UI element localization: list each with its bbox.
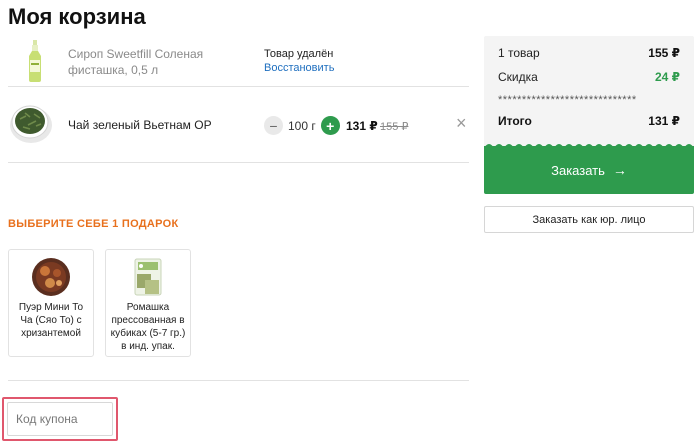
gift-name: Ромашка прессованная в кубиках (5-7 гр.)… xyxy=(110,302,186,352)
summary-items-value: 155 ₽ xyxy=(648,46,680,60)
item-name[interactable]: Сироп Sweetfill Соленая фисташка, 0,5 л xyxy=(68,46,258,78)
remove-item-button[interactable]: × xyxy=(456,114,467,132)
summary-separator: ***************************** xyxy=(498,94,637,106)
summary-discount-row: Скидка 24 ₽ xyxy=(498,70,680,84)
order-summary: 1 товар 155 ₽ Скидка 24 ₽ **************… xyxy=(484,36,694,194)
order-button[interactable]: Заказать → xyxy=(484,146,694,194)
item-price: 131 ₽ xyxy=(346,119,378,133)
tea-cup-icon xyxy=(10,105,52,143)
syrup-bottle-icon xyxy=(29,40,41,82)
increase-quantity-button[interactable]: + xyxy=(320,116,340,135)
summary-items-label: 1 товар xyxy=(498,46,540,60)
summary-items-row: 1 товар 155 ₽ xyxy=(498,46,680,60)
page-title: Моя корзина xyxy=(8,4,146,29)
order-button-label: Заказать xyxy=(551,162,605,178)
section-divider xyxy=(8,380,469,381)
gift-option[interactable]: Ромашка прессованная в кубиках (5-7 гр.)… xyxy=(105,249,191,357)
arrow-right-icon: → xyxy=(612,162,627,178)
gifts-title: ВЫБЕРИТЕ СЕБЕ 1 ПОДАРОК xyxy=(8,218,179,230)
quantity-stepper: − 100 г + xyxy=(264,116,340,135)
summary-discount-value: 24 ₽ xyxy=(654,70,680,84)
gift-option[interactable]: Пуэр Мини То Ча (Сяо То) с хризантемой xyxy=(8,249,94,357)
gift-name: Пуэр Мини То Ча (Сяо То) с хризантемой xyxy=(18,302,84,339)
summary-total-value: 131 ₽ xyxy=(648,114,680,128)
summary-discount-label: Скидка xyxy=(498,70,538,84)
order-as-legal-entity-button[interactable]: Заказать как юр. лицо xyxy=(484,206,694,233)
removed-text: Товар удалён xyxy=(264,48,334,60)
puer-tea-icon xyxy=(32,258,70,296)
item-removed-status: Товар удалён Восстановить xyxy=(264,47,334,75)
cart-item: Чай зеленый Вьетнам OP − 100 г + 131 ₽ 1… xyxy=(8,86,469,163)
chamomile-pack-icon xyxy=(134,258,162,296)
summary-total-label: Итого xyxy=(498,114,532,128)
quantity-value: 100 г xyxy=(288,118,316,133)
item-name[interactable]: Чай зеленый Вьетнам OP xyxy=(68,117,212,133)
restore-link[interactable]: Восстановить xyxy=(264,61,334,75)
cart-item-removed: Сироп Sweetfill Соленая фисташка, 0,5 л … xyxy=(8,36,469,86)
decrease-quantity-button[interactable]: − xyxy=(264,116,283,135)
coupon-input[interactable] xyxy=(7,402,113,436)
item-old-price: 155 ₽ xyxy=(380,121,409,133)
summary-total-row: Итого 131 ₽ xyxy=(498,114,680,128)
